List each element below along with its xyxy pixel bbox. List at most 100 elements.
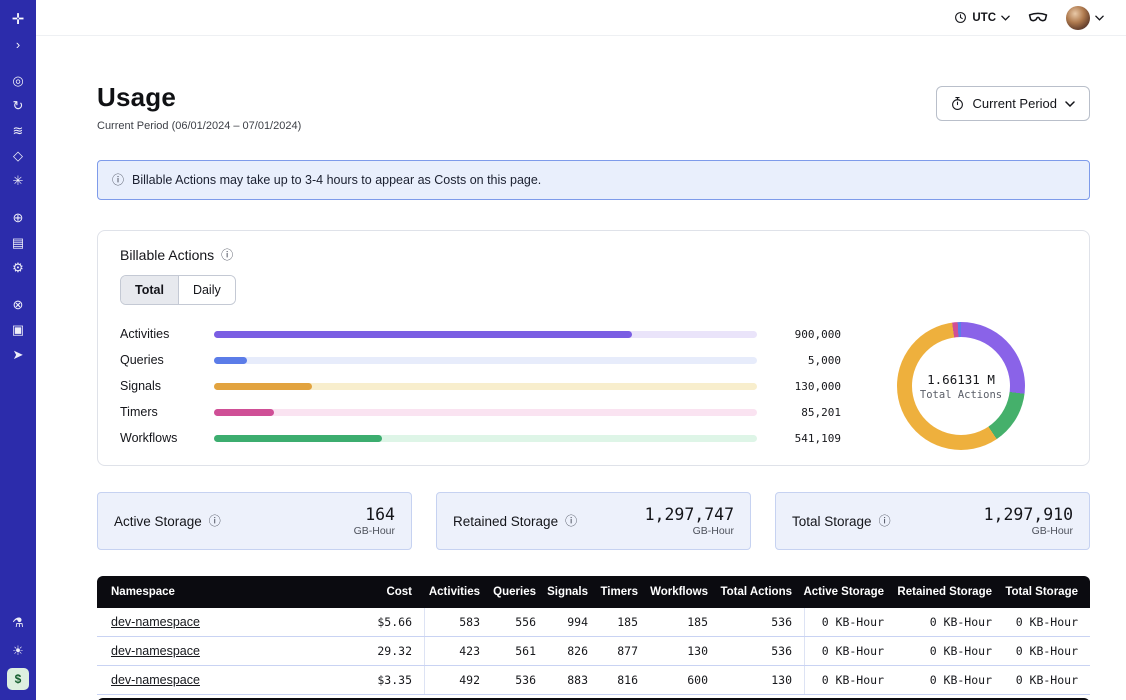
total-actions-value: 1.66131 M <box>927 372 995 387</box>
total-actions-donut-chart: 1.66131 M Total Actions <box>897 322 1025 450</box>
schedules-icon[interactable]: ✳ <box>5 170 31 192</box>
banner-text: Billable Actions may take up to 3-4 hour… <box>132 173 541 187</box>
info-icon[interactable]: ⓘ <box>565 515 577 527</box>
table-cell: 883 <box>548 666 600 694</box>
namespace-link[interactable]: dev-namespace <box>111 644 200 658</box>
sidebar-nav-groups: ✛›◎↻≋◇✳⊕▤⚙⊗▣➤ <box>5 8 31 381</box>
storage-card-value: 1,297,910 <box>984 505 1073 524</box>
bar-value: 541,109 <box>763 432 841 445</box>
storage-card-label: Total Storage <box>792 514 872 529</box>
bar-value: 130,000 <box>763 380 841 393</box>
settings-gear-icon[interactable]: ⚙ <box>5 257 31 279</box>
column-header-workflows: Workflows <box>650 576 720 608</box>
bar-track <box>214 409 757 416</box>
table-cell: 130 <box>650 637 720 665</box>
billable-actions-title: Billable Actions <box>120 247 214 263</box>
bar-track <box>214 435 757 442</box>
table-cell: 492 <box>424 666 492 694</box>
globe-icon[interactable]: ⊕ <box>5 207 31 229</box>
table-cell: 536 <box>720 608 804 636</box>
total-actions-label: Total Actions <box>920 389 1002 401</box>
billable-actions-bar-chart: Activities900,000Queries5,000Signals130,… <box>120 321 841 451</box>
table-cell: $5.66 <box>364 608 424 636</box>
bar-label: Signals <box>120 379 208 393</box>
donut-center: 1.66131 M Total Actions <box>912 337 1010 435</box>
storage-card-unit: GB-Hour <box>645 525 734 537</box>
billable-view-tabs: Total Daily <box>120 275 236 305</box>
bar-fill <box>214 409 274 416</box>
current-period-subtitle: Current Period (06/01/2024 – 07/01/2024) <box>97 120 301 132</box>
namespace-link[interactable]: dev-namespace <box>111 615 200 629</box>
billable-actions-chart-area: Activities900,000Queries5,000Signals130,… <box>120 321 1067 451</box>
table-cell: 536 <box>492 666 548 694</box>
table-cell: 423 <box>424 637 492 665</box>
sidebar-icon-group: ◎ ↻ ≋ ◇ ✳ <box>5 70 31 192</box>
bar-row-timers: Timers85,201 <box>120 399 841 425</box>
column-header-queries: Queries <box>492 576 548 608</box>
table-row: dev-namespace$5.665835569941851855360 KB… <box>97 608 1090 637</box>
table-cell: 0 KB-Hour <box>804 666 896 694</box>
collapse-panel-chevron-icon[interactable]: › <box>5 33 31 55</box>
namespaces-icon[interactable]: ◎ <box>5 70 31 92</box>
table-cell: 877 <box>600 637 650 665</box>
table-cell: $3.35 <box>364 666 424 694</box>
user-menu[interactable] <box>1066 6 1104 30</box>
bar-value: 85,201 <box>763 406 841 419</box>
user-avatar <box>1066 6 1090 30</box>
bar-track <box>214 331 757 338</box>
tab-daily[interactable]: Daily <box>178 276 235 304</box>
sidebar-icon-group: ✛› <box>5 8 31 55</box>
stopwatch-icon <box>951 96 964 111</box>
timezone-selector[interactable]: UTC <box>954 11 1010 24</box>
task-queues-icon[interactable]: ≋ <box>5 120 31 142</box>
table-cell: 0 KB-Hour <box>804 637 896 665</box>
page-title: Usage <box>97 82 301 113</box>
nexus-goggles-icon[interactable] <box>1028 12 1048 24</box>
storage-card-label: Active Storage <box>114 514 202 529</box>
table-cell: 130 <box>720 666 804 694</box>
namespace-cell: dev-namespace <box>97 666 364 694</box>
table-cell: 600 <box>650 666 720 694</box>
page-header: Usage Current Period (06/01/2024 – 07/01… <box>97 82 1090 132</box>
column-header-namespace: Namespace <box>97 576 364 608</box>
namespace-cell: dev-namespace <box>97 608 364 636</box>
bar-value: 5,000 <box>763 354 841 367</box>
lab-flask-icon[interactable]: ⚗ <box>5 612 31 634</box>
usage-billing-icon[interactable]: ▤ <box>5 232 31 254</box>
info-icon[interactable]: ⓘ <box>221 249 233 261</box>
table-row: dev-namespace $3.354925368838166001300 KB… <box>97 666 1090 695</box>
info-icon[interactable]: ⓘ <box>209 515 221 527</box>
table-cell: 185 <box>650 608 720 636</box>
bar-fill <box>214 435 382 442</box>
usd-badge-icon[interactable]: $ <box>7 668 29 690</box>
table-cell: 0 KB-Hour <box>896 608 1004 636</box>
billable-actions-card-title: Billable Actions ⓘ <box>120 247 1067 263</box>
topbar: UTC <box>36 0 1126 36</box>
sidebar-icon-group: ⊕ ▤ ⚙ <box>5 207 31 279</box>
history-icon[interactable]: ↻ <box>5 95 31 117</box>
docs-icon[interactable]: ▣ <box>5 319 31 341</box>
period-selector-button[interactable]: Current Period <box>936 86 1090 121</box>
bar-fill <box>214 331 632 338</box>
table-cell: 816 <box>600 666 650 694</box>
info-icon: ⓘ <box>112 174 124 186</box>
limits-icon[interactable]: ⊗ <box>5 294 31 316</box>
bar-fill <box>214 357 247 364</box>
temporal-logo-icon[interactable]: ✛ <box>5 8 31 30</box>
table-body: dev-namespace$5.665835569941851855360 KB… <box>97 608 1090 695</box>
support-icon[interactable]: ➤ <box>5 344 31 366</box>
info-icon[interactable]: ⓘ <box>879 515 891 527</box>
bar-track <box>214 383 757 390</box>
column-header-activities: Activities <box>424 576 492 608</box>
timezone-label: UTC <box>972 12 996 24</box>
table-cell: 583 <box>424 608 492 636</box>
namespace-link[interactable]: dev-namespace <box>111 673 200 687</box>
deployments-icon[interactable]: ◇ <box>5 145 31 167</box>
bar-label: Workflows <box>120 431 208 445</box>
tab-total[interactable]: Total <box>121 276 178 304</box>
storage-card-value: 164 <box>354 505 395 524</box>
theme-sun-icon[interactable]: ☀ <box>5 640 31 662</box>
column-header-timers: Timers <box>600 576 650 608</box>
storage-card-unit: GB-Hour <box>984 525 1073 537</box>
clock-icon <box>954 11 967 24</box>
